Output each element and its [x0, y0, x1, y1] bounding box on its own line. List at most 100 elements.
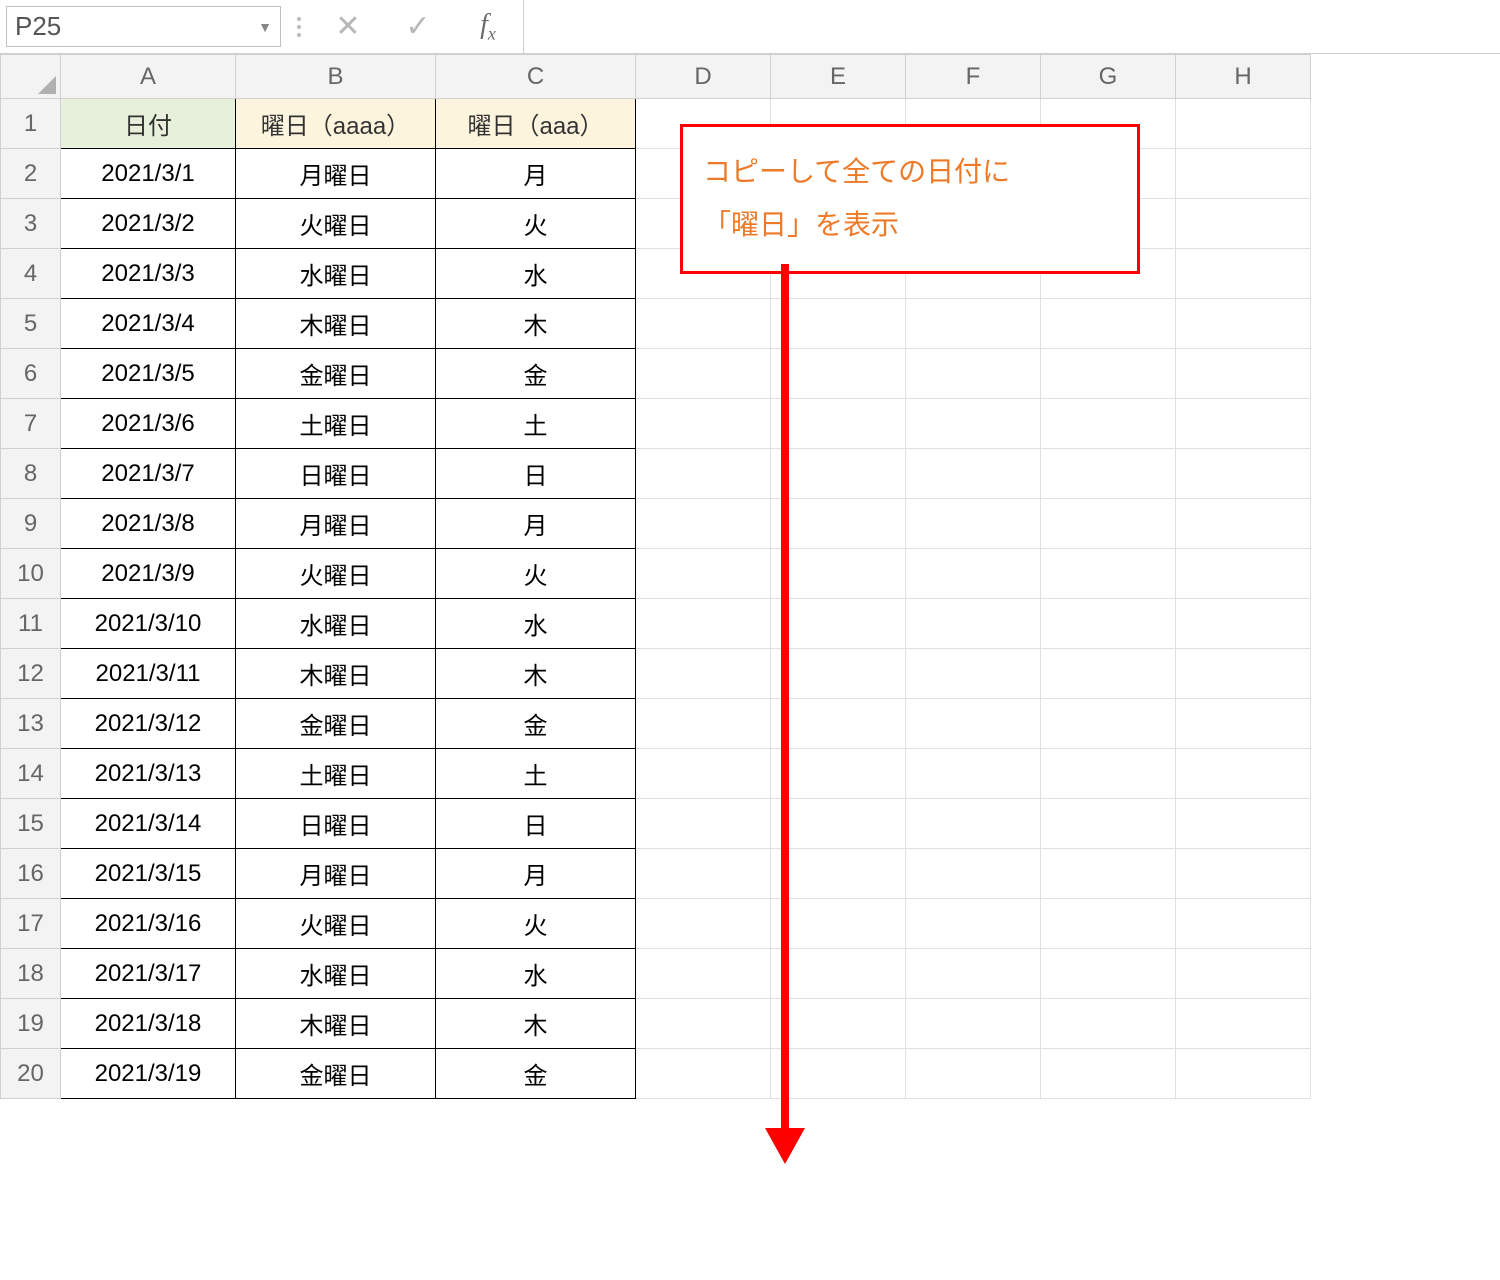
- row-header[interactable]: 19: [1, 999, 61, 1049]
- cell-empty[interactable]: [1041, 349, 1176, 399]
- cell-weekday-long[interactable]: 水曜日: [236, 949, 436, 999]
- cell-empty[interactable]: [636, 1049, 771, 1099]
- cell-empty[interactable]: [636, 549, 771, 599]
- cell-empty[interactable]: [906, 999, 1041, 1049]
- cell-empty[interactable]: [1176, 1049, 1311, 1099]
- cell-empty[interactable]: [906, 399, 1041, 449]
- cell-empty[interactable]: [1176, 149, 1311, 199]
- row-header[interactable]: 7: [1, 399, 61, 449]
- row-header[interactable]: 1: [1, 99, 61, 149]
- cell-date[interactable]: 2021/3/18: [61, 999, 236, 1049]
- cell-weekday-long[interactable]: 火曜日: [236, 549, 436, 599]
- cell-date[interactable]: 2021/3/3: [61, 249, 236, 299]
- cell-weekday-short[interactable]: 月: [436, 149, 636, 199]
- cell-empty[interactable]: [906, 949, 1041, 999]
- cell-empty[interactable]: [1041, 999, 1176, 1049]
- cell-date[interactable]: 2021/3/15: [61, 849, 236, 899]
- cell-weekday-long[interactable]: 月曜日: [236, 499, 436, 549]
- cell-empty[interactable]: [636, 299, 771, 349]
- cell-empty[interactable]: [636, 749, 771, 799]
- cell-empty[interactable]: [906, 749, 1041, 799]
- cell-empty[interactable]: [906, 849, 1041, 899]
- cell-empty[interactable]: [1176, 449, 1311, 499]
- column-header[interactable]: E: [771, 55, 906, 99]
- cell-empty[interactable]: [1041, 399, 1176, 449]
- cell-date[interactable]: 2021/3/6: [61, 399, 236, 449]
- cell-weekday-short[interactable]: 水: [436, 599, 636, 649]
- cell-empty[interactable]: [636, 499, 771, 549]
- cell-empty[interactable]: [1176, 199, 1311, 249]
- cell-date[interactable]: 2021/3/13: [61, 749, 236, 799]
- cell-weekday-long[interactable]: 日曜日: [236, 449, 436, 499]
- row-header[interactable]: 6: [1, 349, 61, 399]
- cell-empty[interactable]: [1041, 599, 1176, 649]
- cell-empty[interactable]: [1176, 249, 1311, 299]
- row-header[interactable]: 3: [1, 199, 61, 249]
- column-header[interactable]: A: [61, 55, 236, 99]
- cell-weekday-long[interactable]: 金曜日: [236, 699, 436, 749]
- cell-empty[interactable]: [906, 599, 1041, 649]
- cell-empty[interactable]: [1041, 749, 1176, 799]
- cell-empty[interactable]: [1176, 799, 1311, 849]
- cell-weekday-long[interactable]: 水曜日: [236, 249, 436, 299]
- cell-empty[interactable]: [1041, 549, 1176, 599]
- row-header[interactable]: 4: [1, 249, 61, 299]
- cell-weekday-short[interactable]: 水: [436, 949, 636, 999]
- cell-empty[interactable]: [1041, 849, 1176, 899]
- cell-empty[interactable]: [1176, 999, 1311, 1049]
- cell-empty[interactable]: [1176, 499, 1311, 549]
- row-header[interactable]: 2: [1, 149, 61, 199]
- cell-empty[interactable]: [636, 449, 771, 499]
- cell-header-weekday-long[interactable]: 曜日（aaaa）: [236, 99, 436, 149]
- formula-input[interactable]: [523, 0, 1500, 53]
- row-header[interactable]: 5: [1, 299, 61, 349]
- cell-empty[interactable]: [1176, 399, 1311, 449]
- cell-empty[interactable]: [636, 399, 771, 449]
- cell-weekday-short[interactable]: 土: [436, 399, 636, 449]
- cell-weekday-long[interactable]: 木曜日: [236, 649, 436, 699]
- cell-empty[interactable]: [636, 649, 771, 699]
- cell-weekday-long[interactable]: 金曜日: [236, 349, 436, 399]
- cell-weekday-long[interactable]: 火曜日: [236, 199, 436, 249]
- cell-empty[interactable]: [636, 349, 771, 399]
- cell-weekday-short[interactable]: 火: [436, 899, 636, 949]
- cell-empty[interactable]: [1041, 699, 1176, 749]
- cell-date[interactable]: 2021/3/4: [61, 299, 236, 349]
- cell-empty[interactable]: [1041, 799, 1176, 849]
- cell-weekday-short[interactable]: 金: [436, 699, 636, 749]
- cell-empty[interactable]: [906, 449, 1041, 499]
- cell-empty[interactable]: [906, 349, 1041, 399]
- cell-empty[interactable]: [906, 299, 1041, 349]
- cell-weekday-long[interactable]: 月曜日: [236, 849, 436, 899]
- cell-empty[interactable]: [1176, 899, 1311, 949]
- cell-empty[interactable]: [906, 899, 1041, 949]
- cell-date[interactable]: 2021/3/8: [61, 499, 236, 549]
- row-header[interactable]: 8: [1, 449, 61, 499]
- insert-function-button[interactable]: fx: [453, 0, 523, 53]
- cell-header-weekday-short[interactable]: 曜日（aaa）: [436, 99, 636, 149]
- column-header[interactable]: D: [636, 55, 771, 99]
- column-header[interactable]: G: [1041, 55, 1176, 99]
- select-all-corner[interactable]: [1, 55, 61, 99]
- cell-weekday-long[interactable]: 火曜日: [236, 899, 436, 949]
- row-header[interactable]: 9: [1, 499, 61, 549]
- cell-empty[interactable]: [1176, 749, 1311, 799]
- cell-empty[interactable]: [906, 1049, 1041, 1099]
- row-header[interactable]: 20: [1, 1049, 61, 1099]
- cell-weekday-short[interactable]: 金: [436, 1049, 636, 1099]
- cell-empty[interactable]: [636, 949, 771, 999]
- column-header[interactable]: B: [236, 55, 436, 99]
- cell-date[interactable]: 2021/3/2: [61, 199, 236, 249]
- cell-weekday-short[interactable]: 木: [436, 649, 636, 699]
- cell-empty[interactable]: [1176, 599, 1311, 649]
- row-header[interactable]: 15: [1, 799, 61, 849]
- cell-date[interactable]: 2021/3/1: [61, 149, 236, 199]
- row-header[interactable]: 13: [1, 699, 61, 749]
- cell-date[interactable]: 2021/3/5: [61, 349, 236, 399]
- cell-empty[interactable]: [636, 849, 771, 899]
- row-header[interactable]: 16: [1, 849, 61, 899]
- cell-header-date[interactable]: 日付: [61, 99, 236, 149]
- cell-empty[interactable]: [1176, 349, 1311, 399]
- row-header[interactable]: 17: [1, 899, 61, 949]
- cell-weekday-short[interactable]: 月: [436, 499, 636, 549]
